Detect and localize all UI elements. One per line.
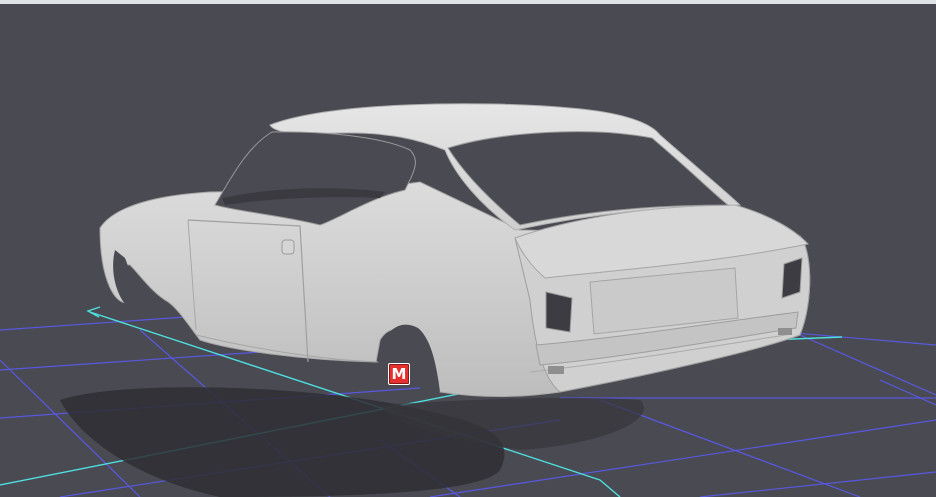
- car-body-model[interactable]: [99, 103, 811, 397]
- marker-m-icon[interactable]: M: [388, 363, 410, 385]
- marker-label: M: [391, 365, 407, 383]
- scene-canvas[interactable]: [0, 0, 936, 497]
- 3d-viewport[interactable]: M: [0, 0, 936, 497]
